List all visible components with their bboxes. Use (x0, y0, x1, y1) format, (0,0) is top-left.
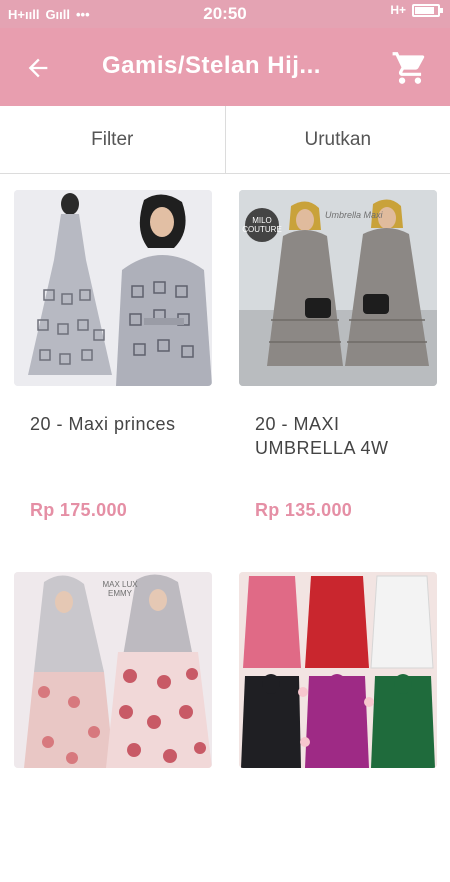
product-image (239, 572, 437, 768)
product-price: Rp 135.000 (239, 500, 437, 521)
network-label: H+ (390, 3, 406, 17)
tab-sort[interactable]: Urutkan (225, 106, 450, 173)
product-name (14, 794, 212, 844)
image-watermark: MAX LUX EMMY (100, 580, 140, 598)
product-card[interactable]: MILO COUTURE Umbrella Maxi 20 - MAXI UMB… (239, 190, 437, 521)
product-price: Rp 175.000 (14, 500, 212, 521)
product-card[interactable]: 20 - Maxi princes Rp 175.000 (14, 190, 212, 521)
product-name: 20 - MAXI UMBRELLA 4W (239, 412, 437, 462)
product-name (239, 794, 437, 844)
product-image: MILO COUTURE Umbrella Maxi (239, 190, 437, 386)
cart-button[interactable] (390, 48, 430, 88)
brand-badge: MILO COUTURE (245, 208, 279, 242)
product-card[interactable]: MAX LUX EMMY (14, 572, 212, 882)
filter-sort-bar: Filter Urutkan (0, 106, 450, 174)
product-image: MAX LUX EMMY (14, 572, 212, 768)
product-card[interactable] (239, 572, 437, 882)
cart-icon (391, 49, 429, 87)
status-bar: H+ııll Gııll ••• 20:50 H+ (0, 0, 450, 28)
product-name: 20 - Maxi princes (14, 412, 212, 462)
arrow-left-icon (24, 54, 52, 82)
page-title: Gamis/Stelan Hij... (102, 52, 372, 80)
image-watermark: Umbrella Maxi (325, 210, 383, 220)
battery-icon (412, 4, 440, 17)
back-button[interactable] (20, 50, 56, 86)
status-right: H+ (390, 3, 440, 17)
app-bar: Gamis/Stelan Hij... (0, 28, 450, 106)
tab-filter[interactable]: Filter (0, 106, 225, 173)
clock: 20:50 (0, 4, 450, 24)
product-image (14, 190, 212, 386)
